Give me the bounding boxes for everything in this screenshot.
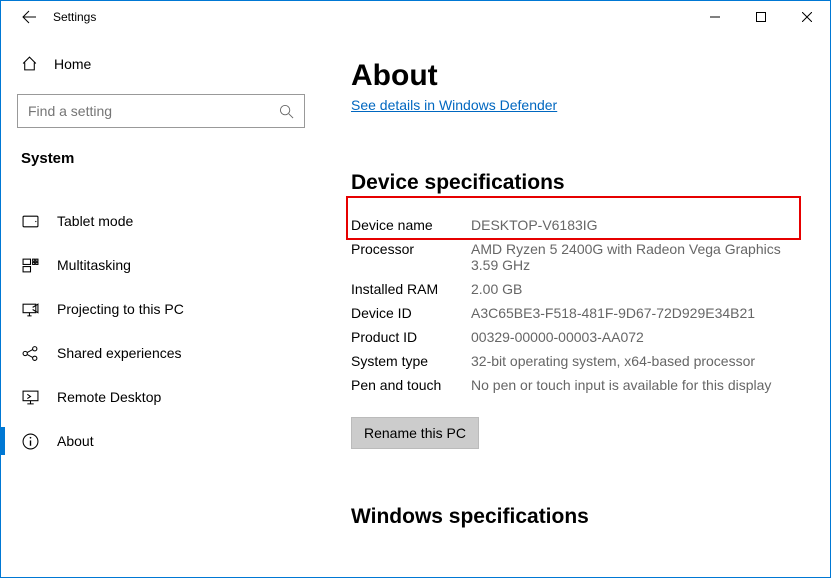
arrow-left-icon	[21, 9, 37, 25]
spec-value: 2.00 GB	[471, 281, 800, 297]
spec-label: Processor	[351, 241, 471, 273]
home-label: Home	[54, 56, 91, 72]
maximize-button[interactable]	[738, 1, 784, 33]
search-input[interactable]	[28, 103, 294, 119]
back-button[interactable]	[9, 1, 49, 33]
spec-ram: Installed RAM 2.00 GB	[351, 277, 800, 301]
spec-pen-touch: Pen and touch No pen or touch input is a…	[351, 373, 800, 397]
sidebar-item-shared-experiences[interactable]: Shared experiences	[17, 331, 305, 375]
spec-processor: Processor AMD Ryzen 5 2400G with Radeon …	[351, 237, 800, 277]
spec-value: AMD Ryzen 5 2400G with Radeon Vega Graph…	[471, 241, 800, 273]
tablet-icon	[21, 213, 39, 230]
home-nav[interactable]: Home	[17, 47, 305, 80]
spec-product-id: Product ID 00329-00000-00003-AA072	[351, 325, 800, 349]
spec-label: System type	[351, 353, 471, 369]
rename-pc-button[interactable]: Rename this PC	[351, 417, 479, 449]
sidebar-item-label: About	[57, 433, 94, 449]
sidebar-item-multitasking[interactable]: Multitasking	[17, 243, 305, 287]
page-title: About	[351, 59, 800, 93]
info-icon	[21, 433, 39, 450]
sidebar-item-label: Shared experiences	[57, 345, 182, 361]
spec-label: Device ID	[351, 305, 471, 321]
sidebar-item-about[interactable]: About	[17, 419, 305, 463]
maximize-icon	[756, 12, 766, 22]
spec-device-name: Device name DESKTOP-V6183IG	[351, 213, 800, 237]
minimize-icon	[710, 12, 720, 22]
minimize-button[interactable]	[692, 1, 738, 33]
window-title: Settings	[49, 10, 96, 24]
remote-icon	[21, 389, 39, 406]
main-content: About See details in Windows Defender De…	[321, 33, 830, 577]
sidebar-item-tablet-mode[interactable]: Tablet mode	[17, 199, 305, 243]
spec-value: A3C65BE3-F518-481F-9D67-72D929E34B21	[471, 305, 800, 321]
sidebar: Home System Tablet mode Multitasking	[1, 33, 321, 577]
window-controls	[692, 1, 830, 33]
category-label: System	[17, 128, 305, 179]
multitask-icon	[21, 257, 39, 274]
close-button[interactable]	[784, 1, 830, 33]
windows-spec-heading: Windows specifications	[351, 505, 800, 529]
spec-value: 32-bit operating system, x64-based proce…	[471, 353, 800, 369]
sidebar-item-label: Projecting to this PC	[57, 301, 184, 317]
close-icon	[802, 12, 812, 22]
spec-label: Installed RAM	[351, 281, 471, 297]
spec-label: Product ID	[351, 329, 471, 345]
spec-value: 00329-00000-00003-AA072	[471, 329, 800, 345]
spec-label: Device name	[351, 217, 471, 233]
device-spec-heading: Device specifications	[351, 171, 800, 195]
search-icon	[279, 104, 294, 119]
home-icon	[21, 55, 38, 72]
spec-label: Pen and touch	[351, 377, 471, 393]
spec-device-id: Device ID A3C65BE3-F518-481F-9D67-72D929…	[351, 301, 800, 325]
sidebar-item-remote-desktop[interactable]: Remote Desktop	[17, 375, 305, 419]
search-input-container[interactable]	[17, 94, 305, 128]
spec-value: DESKTOP-V6183IG	[471, 217, 800, 233]
spec-value: No pen or touch input is available for t…	[471, 377, 800, 393]
title-bar: Settings	[1, 1, 830, 33]
sidebar-item-label: Remote Desktop	[57, 389, 161, 405]
project-icon	[21, 301, 39, 318]
sidebar-item-label: Multitasking	[57, 257, 131, 273]
spec-system-type: System type 32-bit operating system, x64…	[351, 349, 800, 373]
sidebar-item-projecting[interactable]: Projecting to this PC	[17, 287, 305, 331]
sidebar-item-label: Tablet mode	[57, 213, 133, 229]
share-icon	[21, 345, 39, 362]
defender-link[interactable]: See details in Windows Defender	[351, 97, 557, 113]
